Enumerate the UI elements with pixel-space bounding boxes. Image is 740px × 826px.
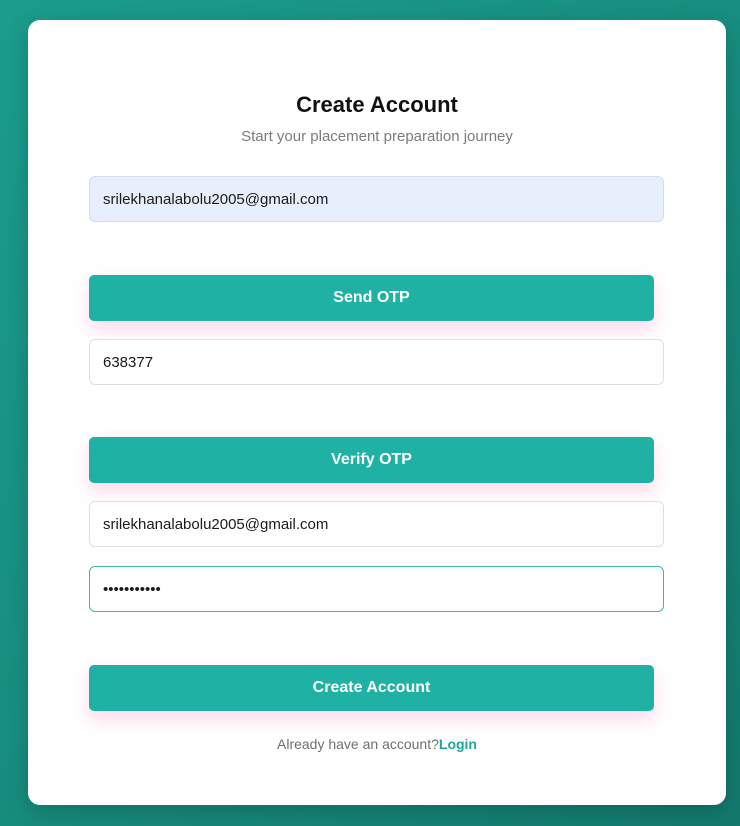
login-prompt-text: Already have an account?	[277, 736, 439, 752]
page-subtitle: Start your placement preparation journey	[241, 128, 513, 145]
login-prompt: Already have an account?Login	[28, 736, 726, 752]
send-otp-button[interactable]: Send OTP	[89, 275, 654, 321]
otp-input[interactable]	[89, 339, 664, 385]
create-account-button[interactable]: Create Account	[89, 665, 654, 711]
signup-card: Create Account Start your placement prep…	[28, 20, 726, 805]
page-title: Create Account	[296, 92, 458, 117]
verify-otp-button[interactable]: Verify OTP	[89, 437, 654, 483]
otp-email-input[interactable]	[89, 176, 664, 222]
password-input[interactable]	[89, 566, 664, 612]
login-link[interactable]: Login	[439, 736, 477, 752]
email-input[interactable]	[89, 501, 664, 547]
